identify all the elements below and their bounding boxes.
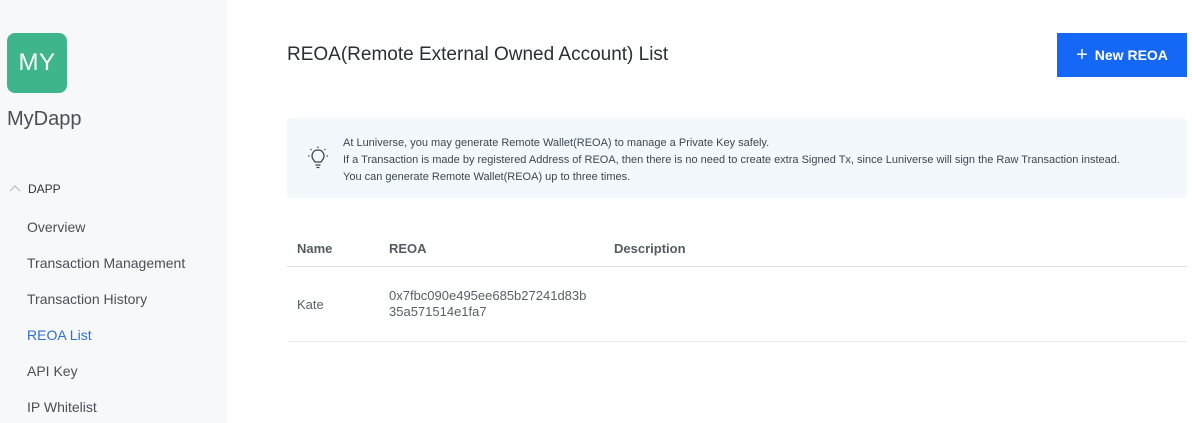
sidebar: MY MyDapp DAPP Overview Transaction Mana… xyxy=(0,0,227,423)
sidebar-nav: Overview Transaction Management Transact… xyxy=(27,209,185,423)
app-name: MyDapp xyxy=(7,108,82,130)
new-reoa-button[interactable]: + New REOA xyxy=(1057,33,1187,77)
sidebar-item-ip-whitelist[interactable]: IP Whitelist xyxy=(27,389,185,423)
sidebar-item-reoa-list[interactable]: REOA List xyxy=(27,317,185,353)
app-avatar[interactable]: MY xyxy=(7,33,67,93)
chevron-up-icon xyxy=(9,185,21,192)
info-line: You can generate Remote Wallet(REOA) up … xyxy=(343,171,631,183)
info-text: At Luniverse, you may generate Remote Wa… xyxy=(343,135,1120,186)
info-line: At Luniverse, you may generate Remote Wa… xyxy=(343,137,770,149)
plus-icon: + xyxy=(1076,44,1088,66)
column-header-name: Name xyxy=(297,240,333,256)
page-title: REOA(Remote External Owned Account) List xyxy=(287,44,669,65)
cell-reoa: 0x7fbc090e495ee685b27241d83b35a571514e1f… xyxy=(389,288,614,320)
new-reoa-button-label: New REOA xyxy=(1094,47,1168,63)
cell-name: Kate xyxy=(297,296,324,312)
info-banner: At Luniverse, you may generate Remote Wa… xyxy=(287,118,1187,198)
reoa-table: Name REOA Description Kate 0x7fbc090e495… xyxy=(287,230,1187,342)
table-row[interactable]: Kate 0x7fbc090e495ee685b27241d83b35a5715… xyxy=(287,267,1187,342)
sidebar-item-api-key[interactable]: API Key xyxy=(27,353,185,389)
lightbulb-icon xyxy=(308,146,328,169)
column-header-description: Description xyxy=(614,240,686,256)
app-root: MY MyDapp DAPP Overview Transaction Mana… xyxy=(0,0,1192,423)
sidebar-section-dapp[interactable]: DAPP xyxy=(8,182,61,196)
reoa-address: 0x7fbc090e495ee685b27241d83b35a571514e1f… xyxy=(389,288,587,319)
table-header: Name REOA Description xyxy=(287,230,1187,267)
sidebar-section-label: DAPP xyxy=(28,182,61,196)
sidebar-item-transaction-history[interactable]: Transaction History xyxy=(27,281,185,317)
column-header-reoa: REOA xyxy=(389,240,427,256)
sidebar-item-overview[interactable]: Overview xyxy=(27,209,185,245)
info-line: If a Transaction is made by registered A… xyxy=(343,154,1120,166)
main-content: REOA(Remote External Owned Account) List… xyxy=(227,0,1192,423)
sidebar-item-transaction-management[interactable]: Transaction Management xyxy=(27,245,185,281)
